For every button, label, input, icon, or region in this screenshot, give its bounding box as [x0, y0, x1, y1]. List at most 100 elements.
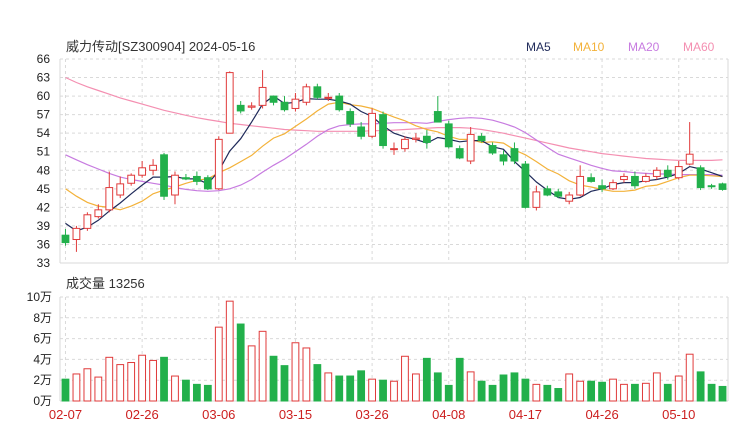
candle-body: [455, 148, 464, 159]
candle-body: [192, 175, 201, 182]
candle: [247, 102, 256, 110]
candle-body: [357, 126, 366, 137]
candle: [401, 136, 409, 152]
volume-bar: [674, 375, 683, 402]
candle: [444, 120, 453, 149]
candle: [225, 71, 234, 134]
price-tick-label: 60: [37, 89, 51, 103]
candle-body: [127, 174, 136, 184]
legend-ma60: MA60: [683, 40, 715, 54]
candle-body: [105, 187, 114, 211]
candle-body: [718, 183, 727, 190]
candle-body: [116, 183, 125, 196]
candle-body: [368, 112, 376, 137]
date-tick-label: 02-26: [126, 407, 159, 422]
price-tick-label: 54: [37, 126, 51, 140]
date-tick-label: 03-15: [279, 407, 312, 422]
candle-body: [335, 95, 344, 111]
candle-body: [674, 166, 683, 179]
candle-body: [291, 98, 300, 109]
volume-bar: [532, 383, 541, 402]
date-tick-label: 03-06: [202, 407, 235, 422]
volume-bar: [324, 372, 333, 402]
candle-body: [61, 234, 70, 244]
candle-body: [258, 86, 267, 106]
price-tick-label: 39: [37, 219, 51, 233]
legend-ma10: MA10: [573, 40, 605, 54]
date-tick-label: 04-17: [509, 407, 542, 422]
candle: [280, 96, 289, 112]
price-tick-label: 48: [37, 163, 51, 177]
candle-body: [565, 194, 574, 202]
candle: [390, 142, 398, 155]
candle: [160, 152, 168, 200]
volume-tick-label: 2万: [33, 373, 52, 387]
volume-bar: [696, 371, 705, 402]
volume-bar: [357, 370, 366, 402]
date-tick-label: 04-08: [432, 407, 465, 422]
candle: [477, 133, 486, 143]
candle-body: [685, 153, 694, 165]
volume-bar: [105, 356, 114, 402]
candle-body: [247, 105, 256, 108]
candle-body: [401, 138, 409, 150]
price-tick-label: 42: [37, 200, 51, 214]
volume-bar: [543, 384, 552, 402]
price-y-axis: 33 36 39 42 45 48 51 54 57 60 63 66: [37, 52, 51, 270]
volume-bar: [390, 380, 398, 402]
candle-body: [620, 175, 628, 181]
candle-body: [652, 169, 661, 177]
candle: [543, 185, 552, 197]
candle: [521, 161, 530, 209]
candle: [609, 179, 617, 191]
candle-body: [510, 148, 519, 162]
candle-body: [631, 175, 639, 187]
volume-bar: [641, 382, 650, 402]
volume-bar: [83, 368, 92, 402]
volume-bar: [663, 383, 672, 402]
volume-bar: [718, 385, 727, 402]
candle: [127, 173, 136, 186]
candle: [357, 122, 366, 140]
volume-bar: [466, 371, 475, 402]
candle-body: [663, 169, 672, 177]
volume-bar: [368, 378, 376, 402]
candle-body: [280, 101, 289, 111]
candle-body: [433, 111, 442, 123]
candle-body: [302, 86, 311, 103]
volume-bar: [499, 374, 508, 402]
volume-bar: [258, 330, 267, 402]
candle-body: [324, 96, 333, 99]
candle: [696, 165, 705, 191]
date-tick-label: 02-07: [49, 407, 82, 422]
volume-bar: [477, 380, 486, 402]
volume-bar: [269, 355, 278, 402]
candle: [620, 173, 628, 183]
candle-body: [83, 214, 92, 229]
candle: [258, 70, 267, 109]
candle-body: [598, 185, 606, 190]
volume-bar: [652, 372, 661, 402]
candle: [203, 175, 212, 191]
candle: [116, 176, 125, 199]
price-tick-label: 66: [37, 52, 51, 66]
legend-ma20: MA20: [628, 40, 660, 54]
volume-bar: [401, 355, 409, 402]
date-tick-label: 03-26: [355, 407, 388, 422]
candle: [652, 167, 661, 180]
candle-body: [138, 167, 147, 176]
candle: [83, 212, 92, 231]
volume-tick-label: 10万: [27, 290, 52, 304]
volume-tick-label: 0万: [33, 394, 52, 408]
candle-body: [72, 227, 81, 241]
volume-bar: [127, 362, 136, 402]
volume-bar: [160, 356, 168, 402]
candle: [214, 136, 223, 191]
volume-bar: [620, 383, 628, 402]
price-tick-label: 51: [37, 145, 51, 159]
candle: [61, 229, 70, 246]
candle-body: [214, 138, 223, 190]
volume-bar: [521, 378, 530, 402]
volume-bar: [72, 373, 81, 402]
candle-body: [422, 135, 431, 143]
